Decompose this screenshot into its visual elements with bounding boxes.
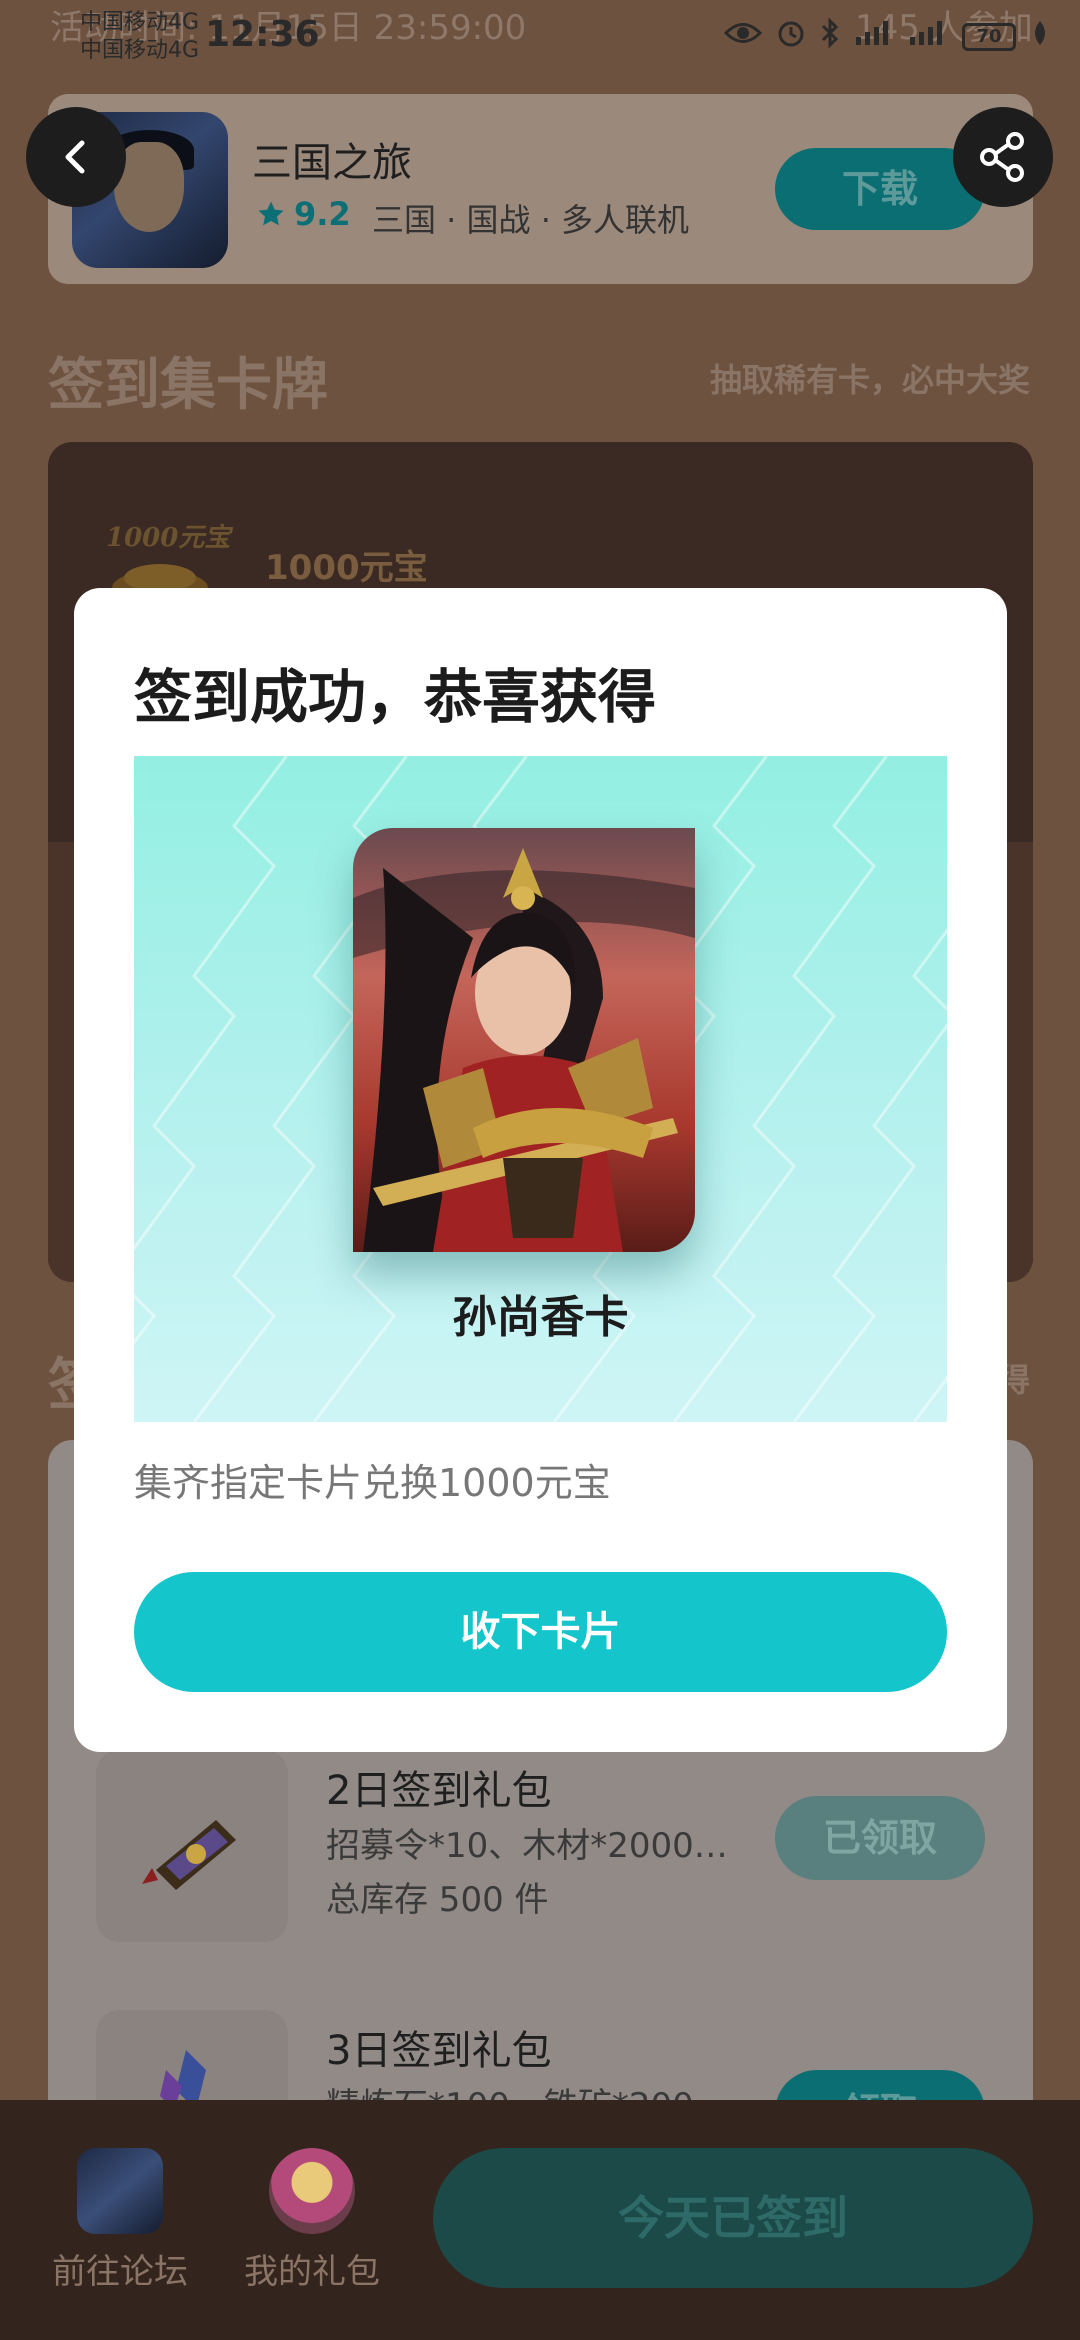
bluetooth-icon	[820, 17, 840, 55]
star-icon	[258, 201, 284, 226]
game-tags: 三国 · 国战 · 多人联机	[372, 201, 690, 239]
game-name: 三国之旅	[252, 140, 412, 186]
alarm-icon	[776, 18, 806, 55]
game-rating: 9.2	[256, 195, 351, 233]
back-button[interactable]	[26, 107, 126, 207]
signal-icon-2	[908, 19, 948, 54]
accept-card-button[interactable]: 收下卡片	[134, 1572, 947, 1692]
carrier-label: 中国移动4G	[80, 10, 200, 35]
share-button[interactable]	[953, 107, 1053, 207]
status-icons: 70	[723, 17, 1050, 55]
character-card-image	[353, 828, 695, 1252]
sign-section-title: 签到集卡牌	[48, 353, 328, 418]
coin-label: 1000元宝	[265, 548, 428, 588]
signal-icon	[854, 19, 894, 54]
chevron-left-icon	[65, 140, 85, 174]
status-bar: 活动时间: 11月15日 23:59:00 145 人参加 中国移动4G 中国移…	[0, 0, 1080, 70]
card-name: 孙尚香卡	[452, 1292, 629, 1343]
eye-icon	[723, 20, 763, 53]
forum-label: 前往论坛	[52, 2252, 188, 2292]
gift-desc: 招募令*10、木材*2000…	[326, 1826, 728, 1866]
reward-card-area: 孙尚香卡	[134, 756, 947, 1422]
rating-value: 9.2	[294, 195, 351, 233]
gift-name: 2日签到礼包	[326, 1768, 552, 1814]
sign-section-subtitle: 抽取稀有卡，必中大奖	[709, 361, 1030, 399]
forum-nav-item[interactable]: 前往论坛	[20, 2148, 220, 2293]
carrier-label-2: 中国移动4G	[80, 38, 200, 63]
gift-stock: 总库存 500 件	[326, 1880, 549, 1920]
dialog-note: 集齐指定卡片兑换1000元宝	[134, 1461, 611, 1505]
gift-avatar-icon	[269, 2148, 355, 2234]
claimed-button[interactable]: 已领取	[775, 1796, 985, 1880]
forum-icon	[77, 2148, 163, 2234]
battery-icon: 70	[962, 22, 1016, 51]
coin-art-text: 1000元宝	[106, 523, 234, 553]
share-icon	[980, 132, 1024, 182]
my-gifts-label: 我的礼包	[244, 2252, 380, 2292]
my-gifts-nav-item[interactable]: 我的礼包	[212, 2148, 412, 2293]
signed-today-button[interactable]: 今天已签到	[433, 2148, 1033, 2288]
clock: 12:36	[205, 14, 320, 55]
sign-success-dialog: 签到成功，恭喜获得 孙尚香卡 集齐指定卡片兑换1000元宝 收下卡片	[74, 588, 1007, 1752]
dialog-title: 签到成功，恭喜获得	[134, 663, 657, 731]
gift-icon	[96, 1750, 288, 1942]
gift-item: 2日签到礼包 招募令*10、木材*2000… 总库存 500 件 已领取	[48, 1750, 1033, 1970]
gift-name: 3日签到礼包	[326, 2028, 552, 2074]
leaf-icon	[1030, 19, 1050, 54]
